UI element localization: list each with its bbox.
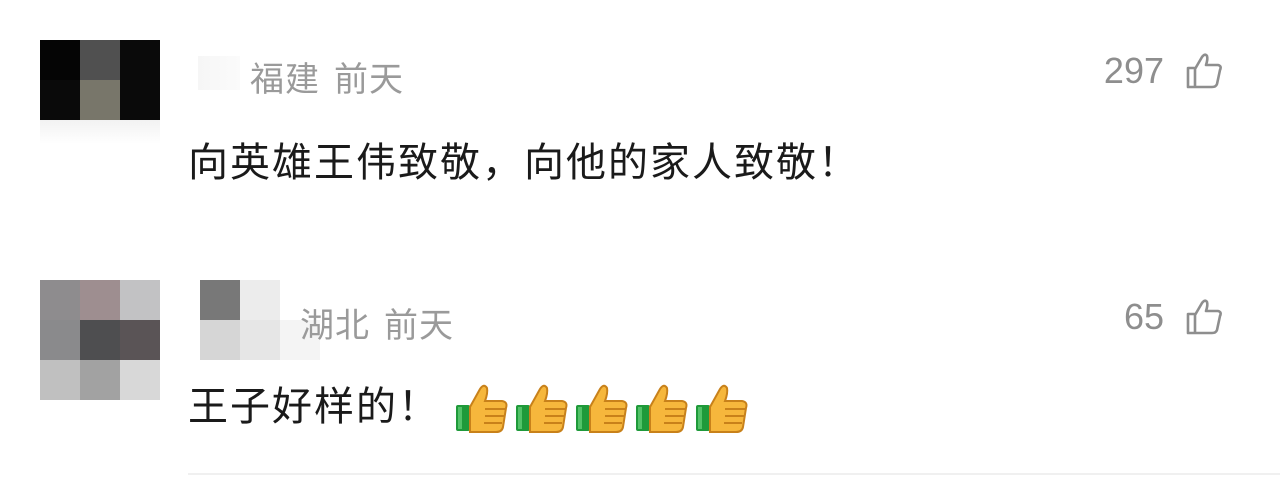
comment-text: 向英雄王伟致敬，向他的家人致敬！ <box>188 140 860 186</box>
avatar[interactable] <box>40 280 160 400</box>
comment-meta: 福建 前天 <box>250 52 404 101</box>
region-label: 湖北 <box>300 306 370 346</box>
avatar-pixel <box>80 40 120 80</box>
time-label: 前天 <box>334 60 404 100</box>
avatar-pixel <box>240 320 280 360</box>
thumbs-up-icon[interactable] <box>1184 297 1224 337</box>
avatar-pixel <box>80 360 120 400</box>
comment-text-body: 王子好样的！ <box>188 384 440 430</box>
username-blurred[interactable] <box>200 280 320 360</box>
thumbs-up-emoji-icon <box>694 383 750 435</box>
comment-item: 福建 前天 297 向英雄王伟致敬，向他的家人致敬！ <box>0 0 1280 240</box>
avatar-pixel <box>120 280 160 320</box>
avatar-pixel <box>120 320 160 360</box>
thumbs-up-emoji-icon <box>634 383 690 435</box>
avatar-pixel <box>200 280 240 320</box>
thumbs-up-icon[interactable] <box>1184 51 1224 91</box>
thumbs-up-emoji-icon <box>454 383 510 435</box>
thumbs-up-emoji-icon <box>514 383 570 435</box>
username-blurred[interactable] <box>198 56 240 90</box>
emoji-row <box>454 383 750 435</box>
thumbs-up-emoji-icon <box>574 383 630 435</box>
avatar-pixel <box>240 280 280 320</box>
avatar-pixel <box>200 320 240 360</box>
avatar-pixel <box>40 40 80 80</box>
like-button[interactable]: 297 <box>1104 50 1224 92</box>
avatar[interactable] <box>40 40 160 144</box>
comment-text: 王子好样的！ <box>188 374 750 435</box>
avatar-pixel <box>120 360 160 400</box>
avatar-pixel <box>40 280 80 320</box>
avatar-pixel <box>40 320 80 360</box>
avatar-pixel <box>40 80 80 120</box>
like-button[interactable]: 65 <box>1124 296 1224 338</box>
avatar-pixel <box>80 280 120 320</box>
avatar-pixel <box>80 80 120 120</box>
avatar-pixel <box>120 40 160 80</box>
like-count: 297 <box>1103 50 1164 91</box>
comment-item: 湖北 前天 65 王子好样的！ <box>0 240 1280 482</box>
comment-meta: 湖北 前天 <box>300 298 454 347</box>
time-label: 前天 <box>384 306 454 346</box>
divider <box>188 473 1280 475</box>
region-label: 福建 <box>250 60 320 100</box>
avatar-pixel <box>120 80 160 120</box>
like-count: 65 <box>1123 296 1164 337</box>
avatar-pixel <box>80 320 120 360</box>
avatar-pixel <box>40 360 80 400</box>
